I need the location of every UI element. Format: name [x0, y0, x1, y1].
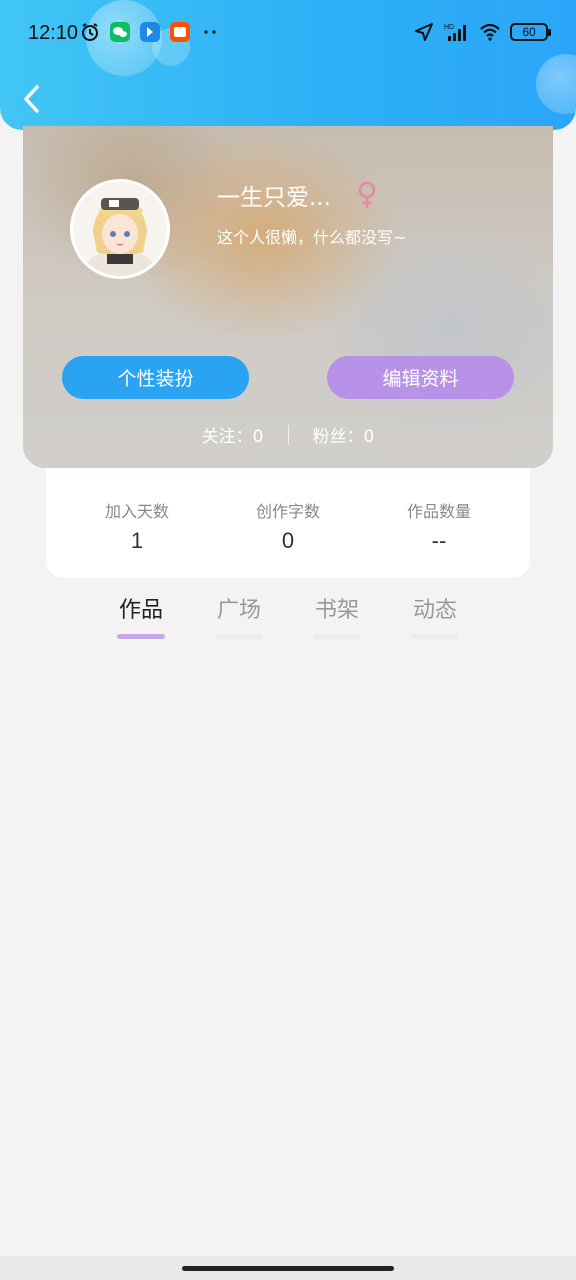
stat-label: 作品数量: [406, 502, 471, 521]
stat-word-count: 创作字数 0: [243, 498, 333, 578]
decor-button[interactable]: 个性装扮: [62, 356, 249, 399]
tab-underline: [313, 634, 361, 639]
tab-underline: [411, 634, 459, 639]
tab-label: 书架: [314, 598, 359, 623]
battery-icon: 60: [510, 23, 551, 41]
notification-icons: [80, 22, 220, 42]
app-notification-icon: [140, 22, 160, 42]
more-dots-icon: [204, 30, 216, 34]
system-icons: HD 60: [414, 22, 551, 42]
wifi-icon: [480, 23, 500, 41]
profile-card: 一生只爱... 这个人很懒，什么都没写~ 个性装扮 编辑资料 关注：0 粉丝：0: [23, 126, 553, 468]
network-label: HD: [444, 24, 454, 31]
following-count[interactable]: 关注：0: [202, 422, 264, 447]
followers-count[interactable]: 粉丝：0: [313, 422, 375, 447]
stat-value: 0: [281, 528, 295, 553]
content-tabs: 作品 广场 书架 动态: [92, 592, 484, 639]
tab-label: 动态: [412, 598, 457, 623]
stat-label: 加入天数: [104, 502, 169, 521]
stats-card: 加入天数 1 创作字数 0 作品数量 --: [46, 468, 530, 578]
tab-works[interactable]: 作品: [92, 592, 190, 639]
battery-level: 60: [522, 25, 536, 39]
location-icon: [415, 23, 433, 41]
tab-label: 作品: [118, 598, 163, 623]
stat-join-days: 加入天数 1: [92, 498, 182, 578]
back-arrow-icon[interactable]: [18, 82, 48, 116]
tab-label: 广场: [216, 598, 261, 623]
nickname-row: 一生只爱...: [217, 178, 379, 212]
tab-bookshelf[interactable]: 书架: [288, 592, 386, 639]
alarm-icon: [82, 23, 98, 41]
tab-underline: [215, 634, 263, 639]
taobao-icon: [170, 22, 190, 42]
female-icon: [358, 181, 376, 208]
status-bar: 12:10 HD 60: [0, 0, 576, 70]
stat-works-count: 作品数量 --: [394, 498, 484, 578]
status-time: 12:10: [28, 22, 79, 44]
edit-profile-button[interactable]: 编辑资料: [327, 356, 514, 399]
signal-icon: HD: [444, 24, 466, 41]
tab-square[interactable]: 广场: [190, 592, 288, 639]
tab-activity[interactable]: 动态: [386, 592, 484, 639]
nickname: 一生只爱...: [217, 185, 331, 211]
tab-underline: [117, 634, 165, 639]
anime-avatar-image: [73, 182, 167, 276]
home-indicator[interactable]: [182, 1266, 394, 1271]
stat-value: --: [431, 528, 447, 553]
system-nav-bar: [0, 1256, 576, 1280]
stat-label: 创作字数: [255, 502, 320, 521]
bio-text: 这个人很懒，什么都没写~: [217, 228, 407, 247]
stat-value: 1: [130, 528, 144, 553]
wechat-icon: [110, 22, 130, 42]
avatar[interactable]: [70, 179, 170, 279]
follow-stats: 关注：0 粉丝：0: [23, 422, 553, 447]
divider: [287, 424, 289, 445]
